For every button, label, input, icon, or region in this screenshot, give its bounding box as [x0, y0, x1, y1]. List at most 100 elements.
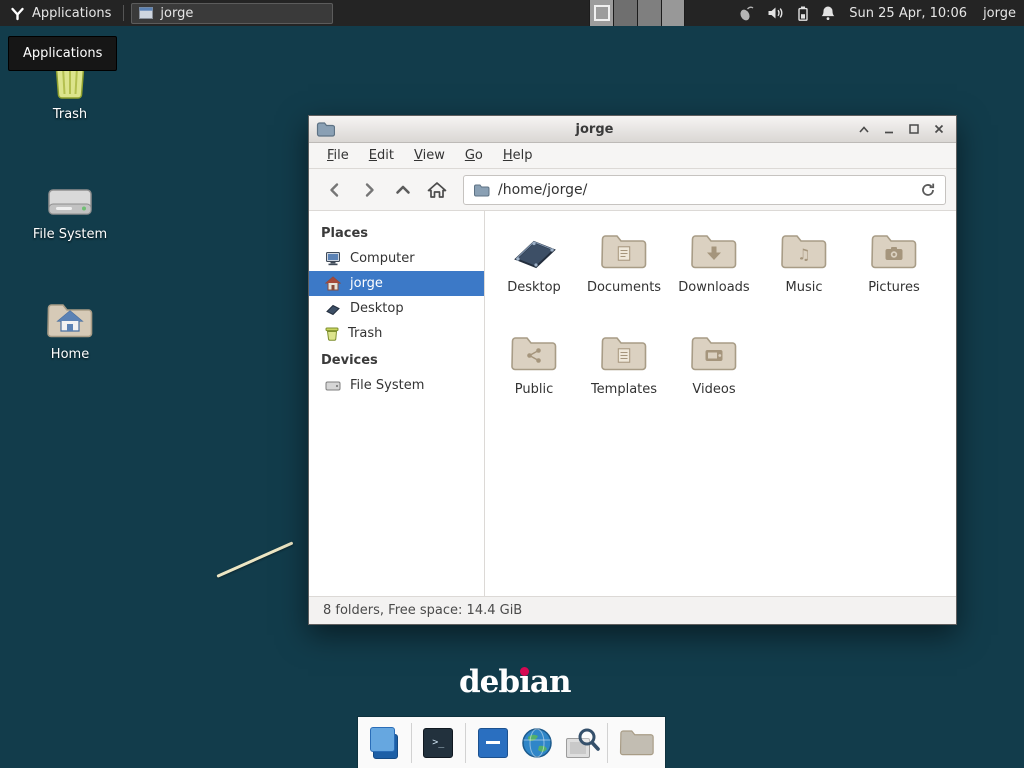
volume-icon[interactable]: [767, 6, 785, 20]
devices-header: Devices: [309, 346, 484, 373]
panel-separator: [123, 5, 124, 21]
folder-videos-icon: [688, 331, 740, 375]
up-button[interactable]: [387, 175, 419, 205]
sidebar-item-desktop[interactable]: Desktop: [309, 296, 484, 321]
drive-icon: [22, 168, 118, 220]
home-folder-icon: [22, 288, 118, 340]
applications-tooltip: Applications: [8, 36, 117, 71]
desktop-icon-home[interactable]: Home: [22, 288, 118, 362]
mouse-icon[interactable]: [737, 6, 754, 21]
minimize-button[interactable]: [879, 119, 899, 139]
tray-square-icon[interactable]: [613, 0, 637, 26]
statusbar-text: 8 folders, Free space: 14.4 GiB: [323, 603, 522, 618]
menu-go[interactable]: Go: [455, 145, 493, 166]
reload-icon[interactable]: [920, 182, 936, 198]
home-button[interactable]: [421, 175, 453, 205]
screenshot-frame-icon[interactable]: [589, 0, 613, 26]
computer-icon: [325, 251, 341, 266]
terminal-icon[interactable]: >_: [422, 724, 454, 762]
menu-file[interactable]: File: [317, 145, 359, 166]
file-label: Templates: [591, 382, 657, 397]
sidebar-item-label: Computer: [350, 251, 415, 266]
file-label: Videos: [692, 382, 735, 397]
menu-view[interactable]: View: [404, 145, 455, 166]
desktop-surface-icon: [508, 229, 560, 273]
dock-separator: [465, 723, 466, 763]
sidebar-item-label: Desktop: [350, 301, 404, 316]
status-icons: [737, 5, 835, 21]
desktop-icon-file-system[interactable]: File System: [22, 168, 118, 242]
taskbar-item-jorge[interactable]: jorge: [131, 3, 333, 24]
pointer-trail: [216, 541, 293, 577]
folder-pictures-icon: [868, 229, 920, 273]
dock-separator: [411, 723, 412, 763]
notifications-icon[interactable]: [821, 5, 835, 21]
folder-documents-icon: [598, 229, 650, 273]
file-templates[interactable]: Templates: [579, 323, 669, 425]
menu-help[interactable]: Help: [493, 145, 543, 166]
screenshot-icon[interactable]: [565, 724, 597, 762]
trash-icon: [325, 326, 339, 341]
file-label: Desktop: [507, 280, 561, 295]
location-input[interactable]: /home/jorge/: [498, 182, 912, 198]
sidebar-item-label: Trash: [348, 326, 382, 341]
maximize-button[interactable]: [904, 119, 924, 139]
file-label: Documents: [587, 280, 661, 295]
sidebar-item-label: File System: [350, 378, 424, 393]
minimize-all-icon[interactable]: [477, 724, 509, 762]
sidebar-item-trash[interactable]: Trash: [309, 321, 484, 346]
file-desktop[interactable]: Desktop: [489, 221, 579, 323]
close-button[interactable]: [929, 119, 949, 139]
window-icon: [139, 7, 153, 19]
sidebar-item-file-system[interactable]: File System: [309, 373, 484, 398]
clock[interactable]: Sun 25 Apr, 10:06: [849, 6, 967, 21]
file-pictures[interactable]: Pictures: [849, 221, 939, 323]
file-music[interactable]: ♫ Music: [759, 221, 849, 323]
folder-icon: [473, 183, 490, 197]
file-label: Public: [515, 382, 553, 397]
wordmark-text: debian: [459, 664, 570, 700]
debian-wordmark: debian: [459, 664, 570, 700]
window-body: Places Computer jorge: [309, 211, 956, 596]
titlebar[interactable]: jorge: [309, 116, 956, 143]
back-button[interactable]: [319, 175, 351, 205]
menubar: File Edit View Go Help: [309, 143, 956, 169]
statusbar: 8 folders, Free space: 14.4 GiB: [309, 596, 956, 624]
top-panel: Applications jorge S: [0, 0, 1024, 26]
file-downloads[interactable]: Downloads: [669, 221, 759, 323]
folder-icon[interactable]: [619, 724, 655, 762]
titlebar-buttons: [854, 119, 949, 139]
music-note-glyph: ♫: [797, 247, 810, 262]
file-videos[interactable]: Videos: [669, 323, 759, 425]
system-tray: [589, 0, 685, 26]
file-manager-icon[interactable]: [368, 724, 400, 762]
user-home-icon: [325, 276, 341, 291]
file-public[interactable]: Public: [489, 323, 579, 425]
forward-icon: [360, 181, 378, 199]
drive-icon: [325, 380, 341, 392]
places-header: Places: [309, 219, 484, 246]
tray-square-icon[interactable]: [637, 0, 661, 26]
tray-square-icon[interactable]: [661, 0, 685, 26]
toolbar: /home/jorge/: [309, 169, 956, 211]
dock-separator: [607, 723, 608, 763]
web-browser-icon[interactable]: [520, 724, 554, 762]
username-label[interactable]: jorge: [983, 6, 1016, 21]
applications-label: Applications: [32, 6, 111, 21]
shade-button[interactable]: [854, 119, 874, 139]
sidebar-item-computer[interactable]: Computer: [309, 246, 484, 271]
file-documents[interactable]: Documents: [579, 221, 669, 323]
location-bar[interactable]: /home/jorge/: [463, 175, 946, 205]
menu-edit[interactable]: Edit: [359, 145, 404, 166]
forward-button[interactable]: [353, 175, 385, 205]
debian-red-dot: [520, 667, 529, 676]
folder-templates-icon: [598, 331, 650, 375]
xfce-applications-icon: [10, 6, 25, 21]
sidebar: Places Computer jorge: [309, 211, 485, 596]
battery-icon[interactable]: [798, 6, 808, 21]
sidebar-item-jorge[interactable]: jorge: [309, 271, 484, 296]
applications-menu-button[interactable]: Applications: [0, 0, 121, 26]
window-title: jorge: [335, 122, 854, 137]
taskbar-item-label: jorge: [160, 6, 193, 21]
home-icon: [427, 181, 447, 199]
